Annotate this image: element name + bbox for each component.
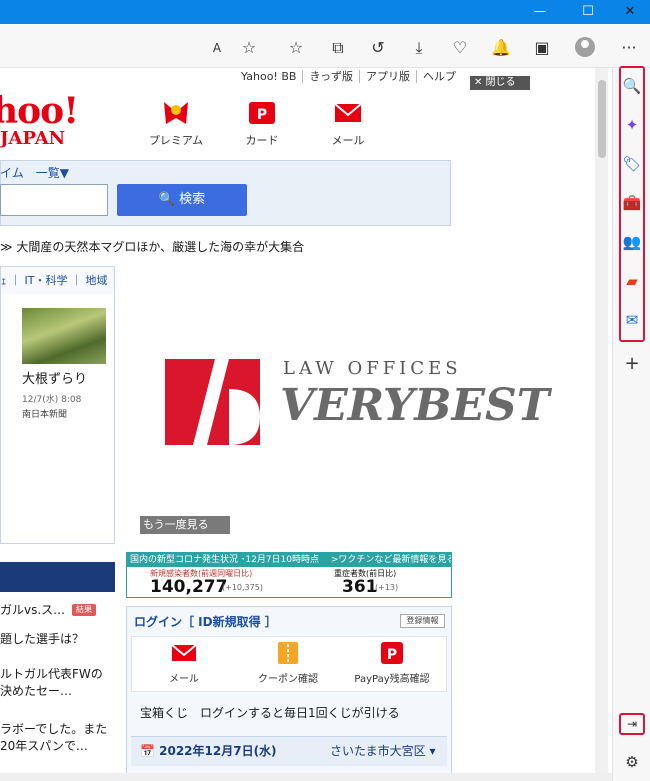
covid-header[interactable]: 国内の新型コロナ発生状況 ･12月7日10時時点 >ワクチンなど最新情報を見る xyxy=(127,553,451,567)
service-mail-label: メール xyxy=(331,134,365,147)
search-input[interactable] xyxy=(0,184,108,216)
vertical-scrollbar[interactable] xyxy=(595,68,608,773)
login-mail[interactable]: メール xyxy=(134,640,234,685)
more-icon[interactable]: ··· xyxy=(618,37,640,59)
paypay-icon: P xyxy=(381,642,403,664)
search-tabs[interactable]: イム 一覧▼ xyxy=(0,164,69,181)
ad-brand-name: VERYBEST xyxy=(280,380,550,431)
downloads-icon[interactable]: ⤓ xyxy=(408,37,430,59)
list-item[interactable]: ガルvs.ス… xyxy=(0,601,65,618)
tools-icon[interactable]: 🧰 xyxy=(622,193,642,213)
search-button[interactable]: 🔍 検索 xyxy=(117,184,247,216)
close-window-button[interactable]: ✕ xyxy=(610,0,650,24)
covid-severe-value: 361 xyxy=(342,577,378,597)
login-link[interactable]: ログイン［ ID新規取得 ］ xyxy=(134,613,277,630)
minimize-button[interactable]: — xyxy=(520,0,560,24)
news-thumbnail[interactable] xyxy=(22,308,106,364)
login-paypay-label: PayPay残高確認 xyxy=(354,674,430,685)
weather-date: 📅 2022年12月7日(水) xyxy=(140,744,277,758)
news-source: 南日本新聞 xyxy=(22,410,68,420)
login-coupon-label: クーポン確認 xyxy=(258,674,318,685)
promo-link[interactable]: ≫ 大間産の天然本マグロほか、厳選した海の幸が大集合 xyxy=(0,238,304,255)
scrollbar-thumb[interactable] xyxy=(598,80,606,158)
history-icon[interactable]: ↺ xyxy=(367,37,389,59)
covid-severe-delta: (+13) xyxy=(375,583,399,592)
web-page: Yahoo! BB きっず版 アプリ版 ヘルプ hoo! JAPAN プレミアム P … xyxy=(0,68,612,773)
outlook-icon[interactable]: ✉ xyxy=(622,310,642,330)
replay-ad-button[interactable]: もう一度見る xyxy=(140,516,230,534)
ad-law-offices: LAW OFFICES xyxy=(283,358,462,379)
service-card[interactable]: P カード xyxy=(227,98,297,148)
shopping-icon[interactable]: 🏷 xyxy=(622,154,642,174)
yahoo-logo[interactable]: hoo! JAPAN xyxy=(0,90,110,154)
list-item[interactable]: ラボーでした。また xyxy=(0,720,107,737)
left-section-header xyxy=(0,562,115,592)
maximize-button[interactable]: ☐ xyxy=(568,0,608,24)
premium-icon xyxy=(164,102,188,124)
list-item[interactable]: 題した選手は？ xyxy=(0,630,84,647)
add-sidebar-app-button[interactable]: + xyxy=(622,354,642,374)
logo-japan: JAPAN xyxy=(0,128,66,149)
service-card-label: カード xyxy=(245,134,279,147)
favorites-icon[interactable]: ☆ xyxy=(285,37,307,59)
svg-text:P: P xyxy=(387,647,397,663)
notifications-icon[interactable]: 🔔 xyxy=(490,37,512,59)
news-date: 12/7(水) 8:08 xyxy=(22,395,82,405)
covid-new-cases-value: 140,277 xyxy=(150,577,228,597)
profile-avatar[interactable] xyxy=(575,37,595,57)
covid-new-cases-delta: (+10,375) xyxy=(222,583,263,592)
list-item[interactable]: 決めたセー… xyxy=(0,682,72,699)
news-title[interactable]: 大根ずらり xyxy=(22,368,87,387)
sidebar-settings-icon[interactable]: ⚙ xyxy=(622,753,642,771)
weather-location-select[interactable]: さいたま市大宮区 ▾ xyxy=(330,742,435,759)
mail-icon xyxy=(171,644,197,661)
list-item[interactable]: ルトガル代表FWの xyxy=(0,665,103,682)
hide-sidebar-button[interactable]: ⇥ xyxy=(619,713,645,735)
top-links: Yahoo! BB きっず版 アプリ版 ヘルプ xyxy=(235,68,462,84)
card-icon: P xyxy=(249,102,275,124)
games-icon[interactable]: 👥 xyxy=(622,232,642,252)
service-mail[interactable]: メール xyxy=(313,98,383,148)
coupon-icon xyxy=(278,642,298,664)
discover-icon[interactable]: ✦ xyxy=(622,115,642,135)
login-coupon[interactable]: クーポン確認 xyxy=(238,640,338,685)
service-premium[interactable]: プレミアム xyxy=(141,98,211,148)
horizontal-scrollbar[interactable] xyxy=(0,773,612,781)
news-category-nav[interactable]: ｪ ｜ IT・科学 ｜ 地域 xyxy=(0,266,115,294)
svg-text:P: P xyxy=(257,107,267,123)
favorite-add-icon[interactable]: ☆ xyxy=(238,37,260,59)
performance-icon[interactable]: ♡ xyxy=(449,37,471,59)
mail-icon xyxy=(334,103,362,122)
search-icon[interactable]: 🔍 xyxy=(622,76,642,96)
ad-logo-mark xyxy=(165,359,260,445)
login-mail-label: メール xyxy=(169,674,199,685)
read-aloud-icon[interactable]: A xyxy=(206,37,228,59)
top-link-help[interactable]: ヘルプ xyxy=(416,70,462,83)
office-icon[interactable]: ▰ xyxy=(622,271,642,291)
registration-info-button[interactable]: 登録情報 xyxy=(400,614,445,628)
service-premium-label: プレミアム xyxy=(148,134,204,147)
close-ad-button[interactable]: ✕ 閉じる xyxy=(470,76,530,90)
top-link-kids[interactable]: きっず版 xyxy=(302,70,359,83)
logo-text: hoo! xyxy=(0,90,79,132)
screenshot-icon[interactable]: ▣ xyxy=(531,37,553,59)
top-link-app[interactable]: アプリ版 xyxy=(359,70,416,83)
list-item[interactable]: 20年スパンで… xyxy=(0,737,88,754)
treasure-lottery-link[interactable]: 宝箱くじ ログインすると毎日1回くじが引ける xyxy=(140,704,400,721)
status-badge: 結果 xyxy=(72,604,96,616)
login-paypay[interactable]: P PayPay残高確認 xyxy=(342,640,442,685)
top-link-yahoo-bb[interactable]: Yahoo! BB xyxy=(235,70,302,83)
collections-icon[interactable]: ⧉ xyxy=(327,37,349,59)
